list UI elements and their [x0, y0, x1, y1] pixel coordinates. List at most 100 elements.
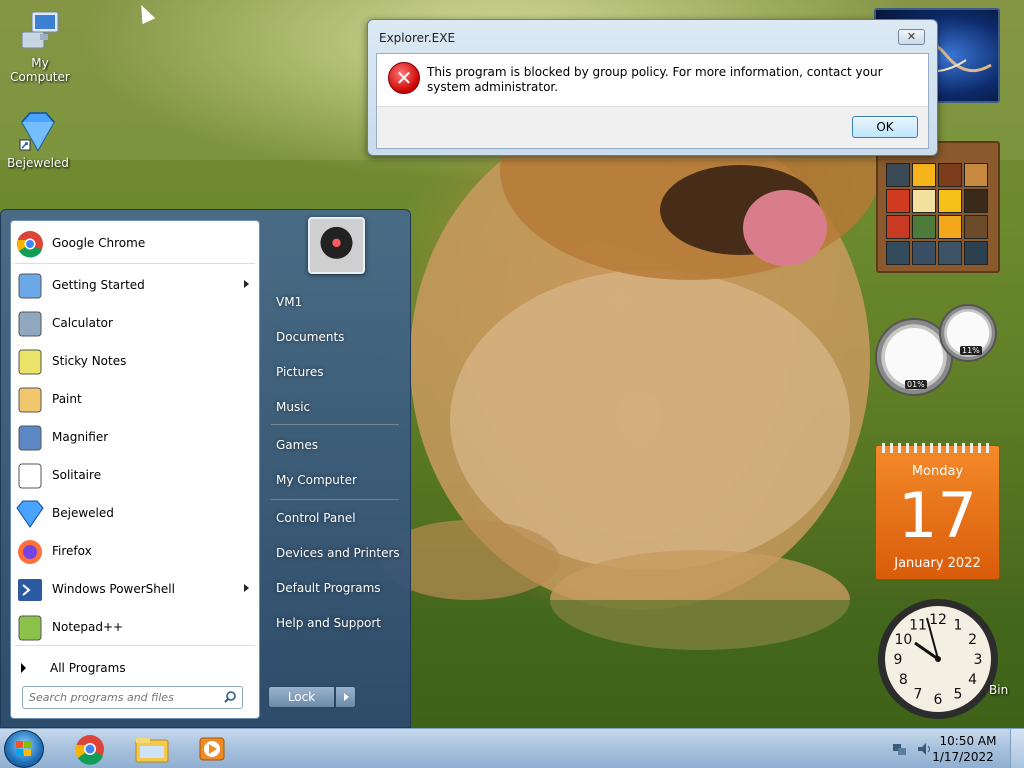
puzzle-tile[interactable] [912, 189, 936, 213]
diamond-icon [16, 110, 60, 154]
chevron-right-icon [344, 693, 349, 701]
program-item[interactable]: Notepad++ [11, 610, 259, 646]
puzzle-tile[interactable] [912, 163, 936, 187]
clock-face: 12 12 3 45678 9 1011 [878, 599, 998, 719]
start-button[interactable] [4, 730, 44, 768]
program-item[interactable]: Windows PowerShell [11, 572, 259, 608]
media-player-icon [199, 737, 225, 761]
cpu-usage-percent: 01% [905, 380, 927, 389]
clock-number: 3 [974, 652, 983, 668]
program-item[interactable]: Bejeweled [11, 496, 259, 532]
puzzle-tile[interactable] [938, 241, 962, 265]
tray-date[interactable]: 1/17/2022 [928, 750, 998, 764]
puzzle-tile[interactable] [886, 189, 910, 213]
puzzle-tile[interactable] [938, 215, 962, 239]
tray-time[interactable]: 10:50 AM [938, 734, 998, 748]
user-avatar[interactable] [308, 217, 365, 274]
clock-number: 11 [909, 617, 927, 633]
puzzle-tile[interactable] [964, 241, 988, 265]
notepadpp-icon [15, 613, 45, 643]
puzzle-tile[interactable] [886, 163, 910, 187]
search-icon[interactable] [224, 691, 236, 703]
puzzle-tile[interactable] [938, 163, 962, 187]
clock-number: 7 [914, 687, 923, 703]
puzzle-tile[interactable] [964, 163, 988, 187]
dialog-close-button[interactable]: ✕ [898, 29, 925, 45]
program-item[interactable]: Firefox [11, 534, 259, 570]
start-menu-link[interactable]: Control Panel [276, 511, 356, 525]
start-menu-link[interactable]: Games [276, 438, 318, 452]
show-desktop-button[interactable] [1010, 729, 1024, 768]
clock-number: 8 [899, 672, 908, 688]
search-box[interactable] [22, 686, 243, 709]
paint-icon [15, 385, 45, 415]
divider [271, 424, 399, 425]
submenu-arrow-icon [244, 584, 249, 592]
error-dialog: Explorer.EXE ✕ ✕ This program is blocked… [367, 19, 938, 156]
calendar-weekday: Monday [911, 464, 964, 479]
lock-button[interactable]: Lock [268, 686, 335, 708]
recycle-bin-label[interactable]: Bin [989, 683, 1008, 697]
program-item[interactable]: Sticky Notes [11, 344, 259, 380]
puzzle-tile[interactable] [886, 215, 910, 239]
dialog-message: This program is blocked by group policy.… [427, 65, 883, 94]
explorer-icon [135, 738, 169, 763]
clock-number: 2 [968, 632, 977, 648]
calculator-icon [15, 309, 45, 339]
clock-number: 1 [954, 617, 963, 633]
taskbar-chrome[interactable] [62, 732, 118, 766]
taskbar-explorer[interactable] [124, 732, 180, 766]
shutdown-options-button[interactable] [335, 686, 356, 708]
start-menu: Google Chrome Getting Started Calculator St… [0, 209, 411, 728]
calendar-day-number: 17 [898, 479, 977, 552]
calendar-rings [882, 443, 994, 453]
start-menu-programs-pane: Google Chrome Getting Started Calculator St… [10, 220, 260, 719]
start-menu-link[interactable]: Help and Support [276, 616, 381, 630]
clock-number: 4 [968, 672, 977, 688]
calendar-gadget[interactable]: Monday 17 January 2022 [875, 443, 1000, 580]
solitaire-icon [15, 461, 45, 491]
puzzle-tile[interactable] [938, 189, 962, 213]
start-menu-link[interactable]: Music [276, 400, 310, 414]
taskbar-media-player[interactable] [184, 732, 240, 766]
program-item[interactable]: Calculator [11, 306, 259, 342]
program-label: Solitaire [52, 468, 102, 482]
picture-puzzle-gadget[interactable] [876, 141, 1000, 273]
puzzle-tile[interactable] [964, 189, 988, 213]
program-item[interactable]: Getting Started [11, 268, 259, 304]
start-menu-link[interactable]: Devices and Printers [276, 546, 400, 560]
start-menu-link[interactable]: Default Programs [276, 581, 381, 595]
start-menu-link[interactable]: Documents [276, 330, 344, 344]
puzzle-tile[interactable] [912, 215, 936, 239]
dialog-footer: OK [377, 106, 928, 148]
program-item[interactable]: Google Chrome [11, 226, 259, 262]
lock-button-group[interactable]: Lock [268, 686, 358, 708]
program-item[interactable]: Magnifier [11, 420, 259, 456]
program-label: Bejeweled [52, 506, 114, 520]
program-label: Windows PowerShell [52, 582, 175, 596]
start-menu-link[interactable]: My Computer [276, 473, 357, 487]
diamond-icon [15, 499, 45, 529]
desktop-icon-label: My Computer [10, 56, 70, 84]
clock-gadget[interactable]: 12 1 2 3 4 5 6 7 8 9 10 11 [875, 596, 1001, 722]
clock-number: 9 [894, 652, 903, 668]
magnifier-icon [15, 423, 45, 453]
program-label: Notepad++ [52, 620, 124, 634]
start-menu-link[interactable]: VM1 [276, 295, 302, 309]
cpu-meter-gadget[interactable]: 01% 11% [875, 304, 999, 398]
computer-icon [18, 10, 62, 54]
program-item[interactable]: Paint [11, 382, 259, 418]
desktop-icon-my-computer[interactable]: My Computer [0, 10, 80, 84]
all-programs-button[interactable]: All Programs [11, 653, 259, 683]
submenu-arrow-icon [244, 280, 249, 288]
network-icon[interactable] [892, 741, 908, 757]
windows-logo-icon [16, 741, 31, 756]
ok-button[interactable]: OK [852, 116, 918, 138]
puzzle-tile[interactable] [912, 241, 936, 265]
desktop-icon-bejeweled[interactable]: Bejeweled [0, 110, 78, 170]
program-item[interactable]: Solitaire [11, 458, 259, 494]
puzzle-tile[interactable] [964, 215, 988, 239]
puzzle-tile[interactable] [886, 241, 910, 265]
start-menu-link[interactable]: Pictures [276, 365, 324, 379]
search-input[interactable] [29, 690, 215, 705]
